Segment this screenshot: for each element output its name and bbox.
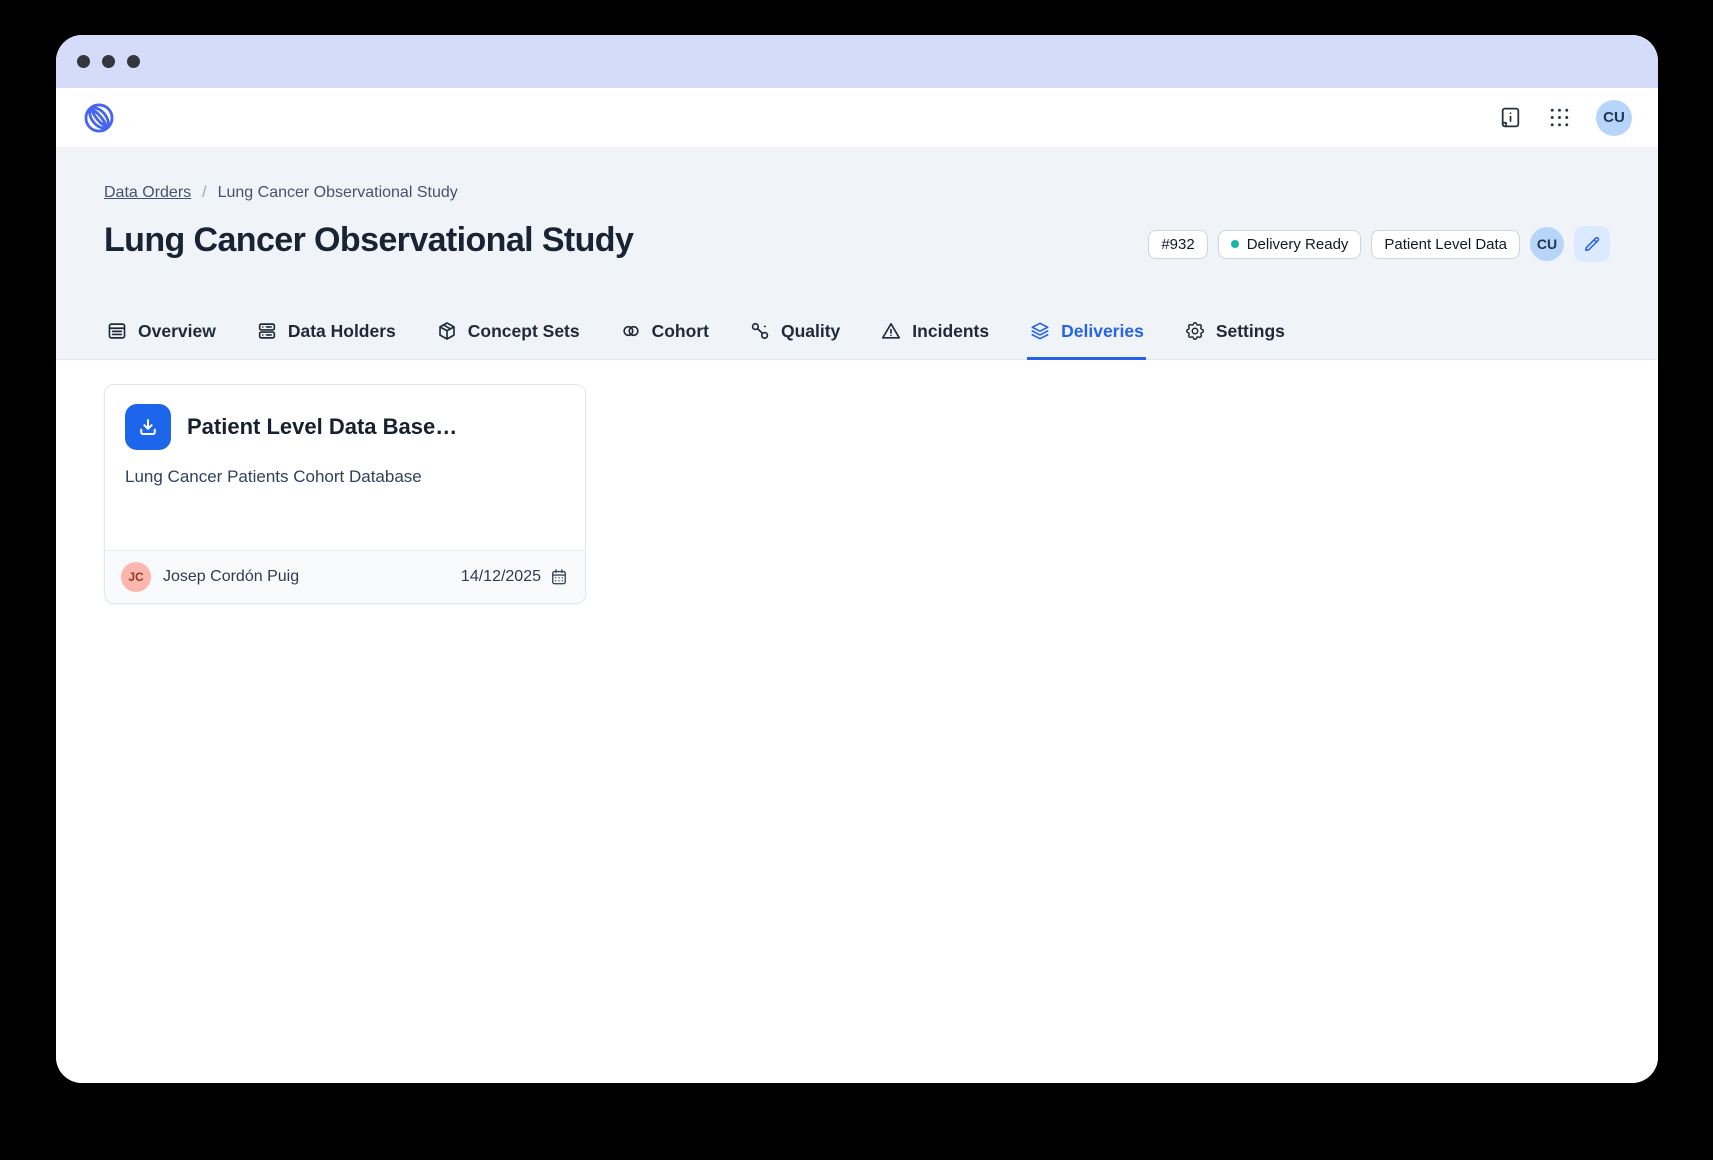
tab-deliveries[interactable]: Deliveries xyxy=(1027,318,1146,360)
title-row: Lung Cancer Observational Study #932 Del… xyxy=(104,218,1610,262)
pencil-icon xyxy=(1585,236,1600,251)
breadcrumb: Data Orders / Lung Cancer Observational … xyxy=(104,184,1610,202)
window-titlebar xyxy=(56,35,1658,88)
tab-cohort[interactable]: Cohort xyxy=(618,318,711,360)
venn-circles-icon xyxy=(622,325,639,337)
tab-quality[interactable]: Quality xyxy=(747,318,842,360)
layers-icon xyxy=(1031,322,1049,340)
order-owner-avatar[interactable]: CU xyxy=(1530,227,1564,261)
package-icon xyxy=(438,322,455,340)
gear-icon xyxy=(1185,322,1204,340)
delivery-card[interactable]: Patient Level Data Base… Lung Cancer Pat… xyxy=(104,384,586,604)
user-avatar[interactable]: CU xyxy=(1596,99,1632,136)
apps-grid-icon[interactable] xyxy=(1547,105,1572,130)
nodes-icon xyxy=(751,322,769,340)
docs-book-icon[interactable] xyxy=(1498,105,1523,130)
status-dot-icon xyxy=(1230,240,1239,248)
status-badge-label: Delivery Ready xyxy=(1246,235,1349,253)
breadcrumb-current: Lung Cancer Observational Study xyxy=(217,184,458,201)
download-tile[interactable] xyxy=(125,404,171,450)
delivery-card-header: Patient Level Data Base… xyxy=(125,404,565,450)
order-id-badge: #932 xyxy=(1148,229,1208,259)
delivery-date: 14/12/2025 xyxy=(461,567,569,587)
window-control-minimize[interactable] xyxy=(102,55,115,68)
download-icon xyxy=(140,419,156,435)
data-type-badge: Patient Level Data xyxy=(1371,229,1520,259)
header-actions: CU xyxy=(1498,99,1632,136)
delivery-owner-name: Josep Cordón Puig xyxy=(163,568,300,585)
breadcrumb-link-data-orders[interactable]: Data Orders xyxy=(104,184,191,202)
delivery-card-footer: JC Josep Cordón Puig 14/12/2025 xyxy=(105,550,585,603)
table-icon xyxy=(108,323,126,339)
tab-incidents[interactable]: Incidents xyxy=(878,318,991,360)
delivery-card-main: Patient Level Data Base… Lung Cancer Pat… xyxy=(105,385,585,550)
tab-concept-sets[interactable]: Concept Sets xyxy=(434,318,582,360)
tab-bar: Overview Data Holders Concept Sets Cohor… xyxy=(56,318,1658,360)
page-title: Lung Cancer Observational Study xyxy=(104,220,634,259)
delivery-owner-avatar: JC xyxy=(121,562,151,592)
breadcrumb-separator: / xyxy=(202,184,207,201)
calendar-icon xyxy=(552,569,566,585)
deliveries-panel: Patient Level Data Base… Lung Cancer Pat… xyxy=(56,360,1658,1083)
app-header: CU xyxy=(56,88,1658,148)
edit-button[interactable] xyxy=(1574,226,1610,262)
delivery-title: Patient Level Data Base… xyxy=(187,414,458,439)
window-control-maximize[interactable] xyxy=(127,55,140,68)
page-meta: #932 Delivery Ready Patient Level Data C… xyxy=(1148,226,1610,262)
tab-data-holders[interactable]: Data Holders xyxy=(254,318,398,360)
tab-overview[interactable]: Overview xyxy=(104,318,218,360)
server-icon xyxy=(258,323,275,339)
app-window: CU Data Orders / Lung Cancer Observation… xyxy=(56,35,1658,1083)
page-hero: Data Orders / Lung Cancer Observational … xyxy=(56,148,1658,360)
delivery-description: Lung Cancer Patients Cohort Database xyxy=(125,467,422,486)
warning-triangle-icon xyxy=(882,323,901,339)
window-control-close[interactable] xyxy=(77,55,90,68)
tab-settings[interactable]: Settings xyxy=(1182,318,1287,360)
delivery-date-value: 14/12/2025 xyxy=(460,568,541,585)
brand-logo-icon[interactable] xyxy=(82,101,116,135)
status-badge: Delivery Ready xyxy=(1217,229,1362,259)
